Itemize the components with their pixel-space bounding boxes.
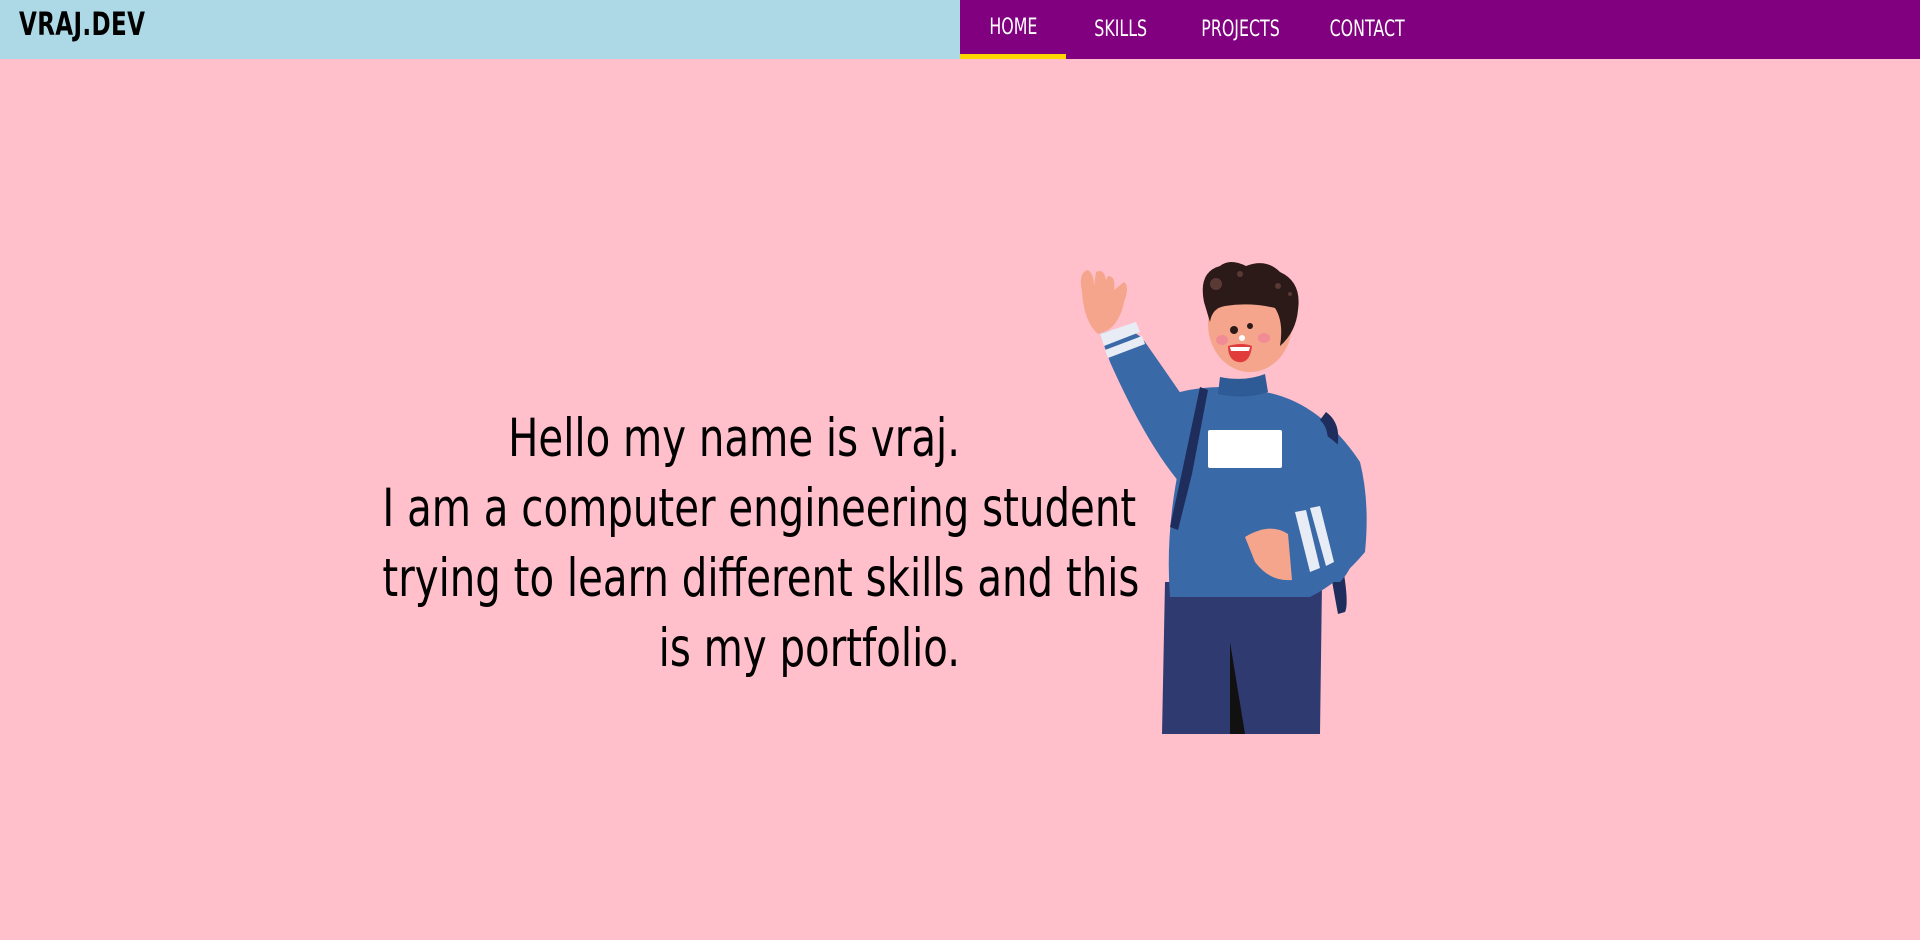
- intro-line: I am a computer engineering student: [382, 478, 1137, 539]
- nav-skills-label: SKILLS: [1094, 17, 1148, 42]
- intro-text: Hello my name is vraj. I am a computer e…: [200, 404, 1140, 684]
- brand-logo[interactable]: VRAJ.DEV: [19, 5, 145, 43]
- main-nav: HOME SKILLS PROJECTS CONTACT: [960, 0, 1920, 59]
- waving-student-illustration: [1080, 262, 1367, 734]
- intro-line: trying to learn different skills and thi…: [382, 548, 1140, 609]
- nav-home-label: HOME: [988, 14, 1038, 40]
- nav-skills[interactable]: SKILLS: [1066, 0, 1176, 59]
- nav-contact-label: CONTACT: [1329, 17, 1405, 42]
- nav-contact[interactable]: CONTACT: [1306, 0, 1428, 59]
- nav-projects[interactable]: PROJECTS: [1176, 0, 1306, 59]
- brand-area: VRAJ.DEV: [0, 0, 960, 59]
- intro-line: Hello my name is vraj.: [508, 408, 960, 469]
- intro-line: is my portfolio.: [658, 618, 960, 679]
- nav-projects-label: PROJECTS: [1201, 17, 1281, 42]
- site-header: VRAJ.DEV HOME SKILLS PROJECTS CONTACT: [0, 0, 1920, 59]
- nav-home[interactable]: HOME: [960, 0, 1066, 59]
